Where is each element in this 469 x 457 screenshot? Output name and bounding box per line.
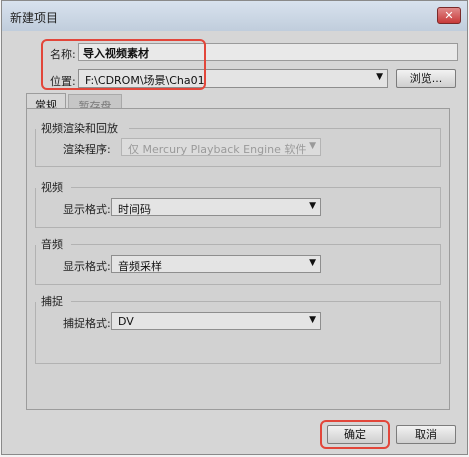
capture-format-dropdown[interactable]: DV ▼ — [111, 312, 321, 330]
ok-button[interactable]: 确定 — [327, 425, 383, 444]
title-bar[interactable]: 新建项目 ✕ — [2, 1, 467, 31]
chevron-down-icon: ▼ — [309, 201, 316, 211]
chevron-down-icon: ▼ — [309, 258, 316, 268]
location-value: F:\CDROM\场景\Cha01 — [85, 74, 205, 87]
render-engine-label: 渲染程序: — [63, 143, 111, 156]
audio-display-format-value: 音频采样 — [118, 260, 162, 273]
tab-general[interactable]: 常规 — [26, 93, 66, 112]
video-display-format-dropdown[interactable]: 时间码 ▼ — [111, 198, 321, 216]
chevron-down-icon: ▼ — [309, 315, 316, 325]
audio-display-format-label: 显示格式: — [63, 260, 111, 273]
cancel-button[interactable]: 取消 — [396, 425, 456, 444]
video-display-format-value: 时间码 — [118, 203, 151, 216]
capture-format-label: 捕捉格式: — [63, 317, 111, 330]
name-field[interactable]: 导入视频素材 — [78, 43, 458, 61]
general-tab-panel: 视频渲染和回放 渲染程序: 仅 Mercury Playback Engine … — [26, 108, 450, 410]
close-icon: ✕ — [444, 9, 454, 22]
audio-display-format-dropdown[interactable]: 音频采样 ▼ — [111, 255, 321, 273]
render-engine-value: 仅 Mercury Playback Engine 软件 — [128, 143, 307, 156]
dialog-title: 新建项目 — [10, 11, 59, 25]
chevron-down-icon: ▼ — [376, 72, 383, 82]
location-dropdown[interactable]: F:\CDROM\场景\Cha01 ▼ — [78, 69, 388, 88]
tab-scratch-disks[interactable]: 暂存盘 — [68, 94, 122, 113]
video-display-format-label: 显示格式: — [63, 203, 111, 216]
location-label: 位置: — [50, 75, 76, 88]
browse-button[interactable]: 浏览... — [396, 69, 456, 88]
capture-format-value: DV — [118, 315, 134, 328]
close-button[interactable]: ✕ — [437, 7, 461, 24]
new-project-dialog: 新建项目 ✕ 名称: 导入视频素材 位置: F:\CDROM\场景\Cha01 … — [1, 0, 468, 455]
name-value: 导入视频素材 — [83, 47, 149, 60]
name-label: 名称: — [50, 48, 76, 61]
render-engine-dropdown: 仅 Mercury Playback Engine 软件 ▼ — [121, 138, 321, 156]
chevron-down-icon: ▼ — [309, 141, 316, 151]
